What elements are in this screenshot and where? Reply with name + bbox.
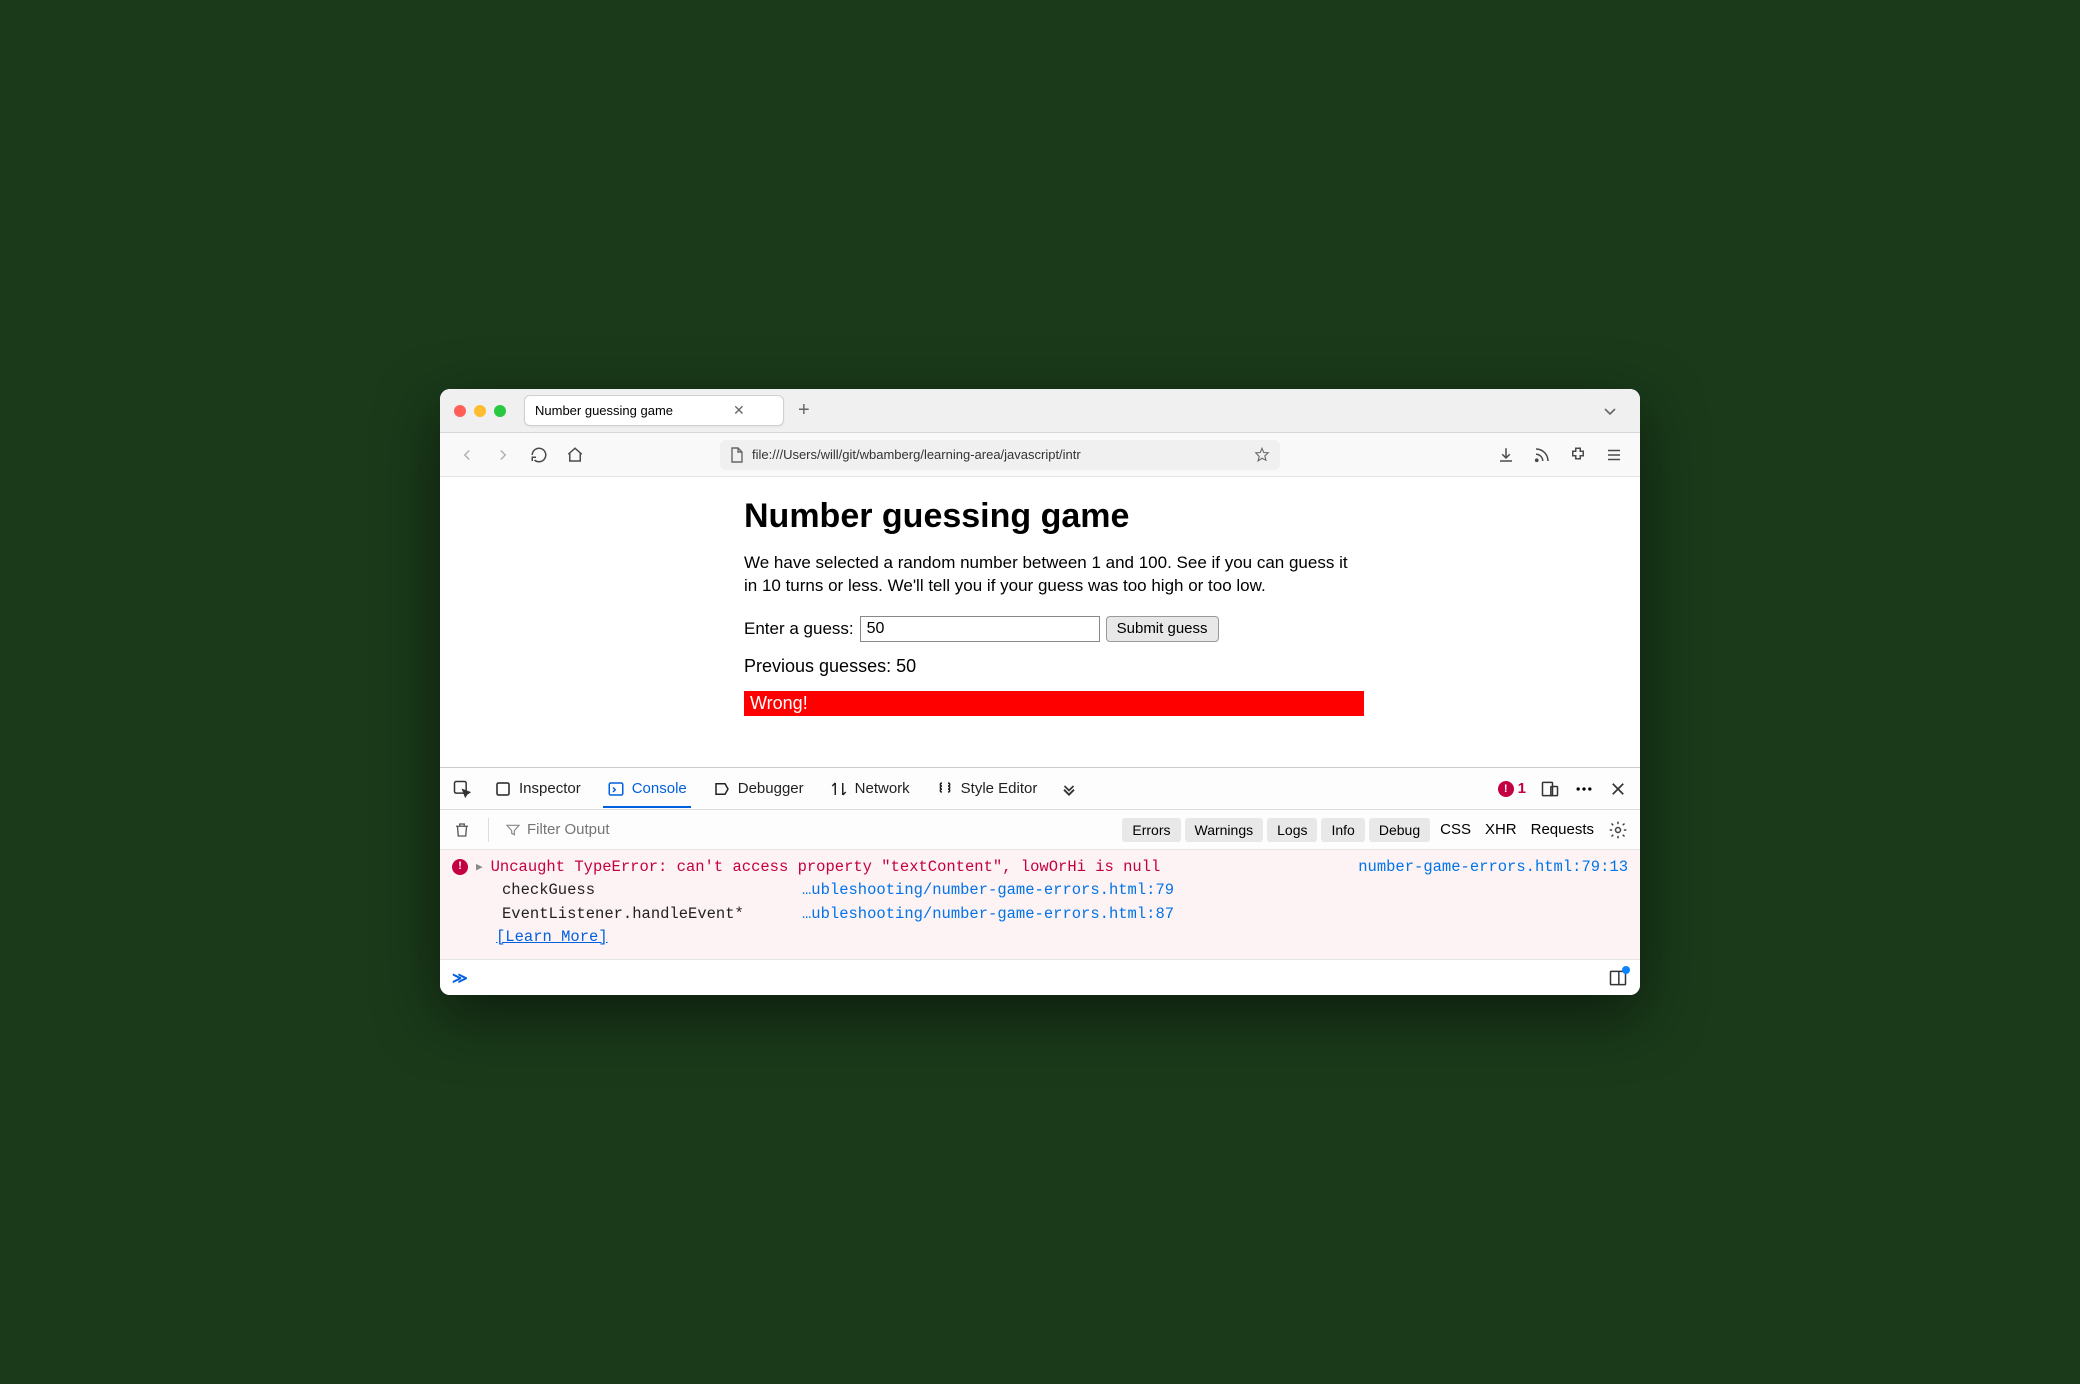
- prompt-chevron-icon: ≫: [452, 969, 468, 987]
- stack-trace: checkGuess …ubleshooting/number-game-err…: [502, 879, 1628, 926]
- minimize-window-button[interactable]: [474, 405, 486, 417]
- tab-inspector-label: Inspector: [519, 780, 581, 797]
- devtools-tabs: Inspector Console Debugger Network Style…: [440, 768, 1640, 810]
- devtools: Inspector Console Debugger Network Style…: [440, 767, 1640, 995]
- tab-debugger[interactable]: Debugger: [709, 772, 808, 806]
- stack-fn: EventListener.handleEvent*: [502, 903, 802, 926]
- guess-form: Enter a guess: Submit guess: [744, 616, 1364, 642]
- filter-requests[interactable]: Requests: [1531, 821, 1594, 838]
- page-title: Number guessing game: [744, 497, 1364, 536]
- tabs-overflow-devtools[interactable]: [1059, 779, 1079, 799]
- devtools-menu-button[interactable]: [1574, 779, 1594, 799]
- tabs-overflow-button[interactable]: [1594, 399, 1626, 423]
- toolbar: file:///Users/will/git/wbamberg/learning…: [440, 433, 1640, 477]
- previous-guesses: Previous guesses: 50: [744, 656, 1364, 677]
- titlebar: Number guessing game ✕ +: [440, 389, 1640, 433]
- guess-label: Enter a guess:: [744, 619, 854, 639]
- filter-input-wrap: [505, 821, 707, 838]
- result-banner: Wrong!: [744, 691, 1364, 716]
- stack-path-link[interactable]: …ubleshooting/number-game-errors.html:79: [802, 879, 1174, 902]
- tab-styleeditor[interactable]: Style Editor: [932, 772, 1042, 806]
- error-source-link[interactable]: number-game-errors.html:79:13: [1358, 856, 1628, 879]
- console-settings-button[interactable]: [1608, 820, 1628, 840]
- downloads-button[interactable]: [1496, 445, 1516, 465]
- pill-info[interactable]: Info: [1321, 818, 1364, 842]
- console-output: ! ▶ Uncaught TypeError: can't access pro…: [440, 850, 1640, 959]
- page-content: Number guessing game We have selected a …: [440, 477, 1640, 767]
- app-menu-button[interactable]: [1604, 445, 1624, 465]
- tab-console[interactable]: Console: [603, 772, 691, 808]
- filter-css[interactable]: CSS: [1440, 821, 1471, 838]
- console-input-row[interactable]: ≫: [440, 959, 1640, 995]
- new-tab-button[interactable]: +: [798, 399, 810, 422]
- editor-toggle-button[interactable]: [1608, 968, 1628, 988]
- browser-window: Number guessing game ✕ + file:///Users/w…: [440, 389, 1640, 995]
- tab-styleeditor-label: Style Editor: [961, 780, 1038, 797]
- stack-fn: checkGuess: [502, 879, 802, 902]
- filter-output-input[interactable]: [527, 821, 707, 838]
- element-picker-button[interactable]: [452, 779, 472, 799]
- feed-icon[interactable]: [1532, 445, 1552, 465]
- bookmark-star-icon[interactable]: [1254, 447, 1270, 463]
- stack-frame: EventListener.handleEvent* …ubleshooting…: [502, 903, 1628, 926]
- forward-button[interactable]: [492, 444, 514, 466]
- error-badge-icon: !: [1498, 781, 1514, 797]
- stack-path-link[interactable]: …ubleshooting/number-game-errors.html:87: [802, 903, 1174, 926]
- console-error-row: ! ▶ Uncaught TypeError: can't access pro…: [452, 856, 1628, 879]
- tab-console-label: Console: [632, 780, 687, 797]
- maximize-window-button[interactable]: [494, 405, 506, 417]
- pill-logs[interactable]: Logs: [1267, 818, 1317, 842]
- learn-more-link[interactable]: [Learn More]: [496, 926, 1628, 949]
- pill-warnings[interactable]: Warnings: [1185, 818, 1264, 842]
- close-tab-button[interactable]: ✕: [733, 402, 745, 419]
- window-controls: [454, 405, 506, 417]
- close-devtools-button[interactable]: [1608, 779, 1628, 799]
- disclosure-triangle[interactable]: ▶: [476, 860, 483, 877]
- clear-console-button[interactable]: [452, 820, 472, 840]
- browser-tab[interactable]: Number guessing game ✕: [524, 395, 784, 426]
- tab-network[interactable]: Network: [826, 772, 914, 806]
- back-button[interactable]: [456, 444, 478, 466]
- home-button[interactable]: [564, 444, 586, 466]
- filter-icon: [505, 822, 521, 838]
- tab-title: Number guessing game: [535, 403, 673, 418]
- file-icon: [730, 447, 744, 463]
- error-message: Uncaught TypeError: can't access propert…: [491, 856, 1351, 879]
- stack-frame: checkGuess …ubleshooting/number-game-err…: [502, 879, 1628, 902]
- tab-debugger-label: Debugger: [738, 780, 804, 797]
- notification-dot-icon: [1622, 966, 1630, 974]
- pill-errors[interactable]: Errors: [1122, 818, 1180, 842]
- page-description: We have selected a random number between…: [744, 552, 1364, 598]
- submit-guess-button[interactable]: Submit guess: [1106, 616, 1219, 642]
- extensions-button[interactable]: [1568, 445, 1588, 465]
- close-window-button[interactable]: [454, 405, 466, 417]
- url-text: file:///Users/will/git/wbamberg/learning…: [752, 447, 1246, 462]
- console-filterbar: Errors Warnings Logs Info Debug CSS XHR …: [440, 810, 1640, 850]
- responsive-mode-button[interactable]: [1540, 779, 1560, 799]
- pill-debug[interactable]: Debug: [1369, 818, 1430, 842]
- error-count-badge[interactable]: ! 1: [1498, 780, 1526, 797]
- error-count: 1: [1518, 780, 1526, 797]
- tab-network-label: Network: [855, 780, 910, 797]
- tab-inspector[interactable]: Inspector: [490, 772, 585, 806]
- error-icon: !: [452, 859, 468, 875]
- guess-input[interactable]: [860, 616, 1100, 642]
- address-bar[interactable]: file:///Users/will/git/wbamberg/learning…: [720, 440, 1280, 470]
- filter-xhr[interactable]: XHR: [1485, 821, 1517, 838]
- reload-button[interactable]: [528, 444, 550, 466]
- filter-pills: Errors Warnings Logs Info Debug: [1122, 818, 1430, 842]
